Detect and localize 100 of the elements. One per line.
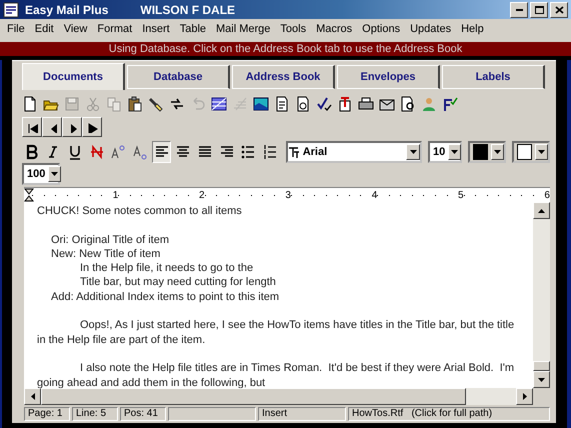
down-arrow-icon xyxy=(537,376,546,384)
right-arrow-icon xyxy=(520,392,528,401)
maximize-icon xyxy=(534,4,544,14)
tab[interactable]: Labels xyxy=(442,65,545,89)
ruler-number: 1 xyxy=(112,190,118,200)
menu-item[interactable]: Tools xyxy=(275,20,312,36)
dropdown-button[interactable] xyxy=(48,166,62,182)
text-line: I also note the Help file titles are in Times Roman. It'd be best if they were Arial Bold. I'm xyxy=(80,361,514,376)
menu-item[interactable]: Mail Merge xyxy=(211,20,276,36)
text-line: Add: Additional Index items to point to this item xyxy=(51,290,280,304)
background-color-dropdown[interactable] xyxy=(512,141,550,163)
subscript-icon xyxy=(132,144,148,160)
user-name: WILSON F DALE xyxy=(140,2,236,16)
menu-item[interactable]: Help xyxy=(456,20,489,36)
text-line: CHUCK! Some notes common to all items xyxy=(37,204,242,218)
numbered-list-icon xyxy=(262,144,278,160)
first-record-button[interactable] xyxy=(22,117,42,137)
scroll-up-button[interactable] xyxy=(533,202,550,219)
dropdown-button[interactable] xyxy=(491,144,504,160)
text-line: Title bar, but may need cutting for length xyxy=(80,275,276,290)
indent-marker-icon[interactable] xyxy=(24,188,34,202)
text-frame-icon[interactable] xyxy=(337,96,353,112)
ruler-number: 2 xyxy=(199,190,205,200)
font-dropdown[interactable]: Arial xyxy=(286,141,422,163)
status-field: Insert xyxy=(258,407,346,421)
menu-item[interactable]: Macros xyxy=(311,20,358,36)
text-line: In the Help file, it needs to go to the xyxy=(80,261,254,276)
caret-icon xyxy=(49,170,60,178)
ruler-number: 4 xyxy=(372,190,378,200)
menu-item[interactable]: Updates xyxy=(405,20,456,36)
status-field: Pos: 41 xyxy=(120,407,166,421)
last-record-button[interactable] xyxy=(82,117,102,137)
tab[interactable]: Envelopes xyxy=(337,65,440,89)
marker-icon[interactable] xyxy=(148,96,164,112)
document-icon[interactable] xyxy=(274,96,290,112)
dropdown-button[interactable] xyxy=(448,144,462,160)
dropdown-button[interactable] xyxy=(406,144,420,160)
clipboard-icon[interactable] xyxy=(127,96,143,112)
scroll-right-button[interactable] xyxy=(516,388,533,405)
app-title: Easy Mail Plus xyxy=(25,2,108,16)
banner-message: Using Database. Click on the Address Book tab to use the Address Book xyxy=(108,42,464,56)
vertical-scrollbar[interactable] xyxy=(533,202,550,388)
bullet-list-icon xyxy=(240,144,256,160)
menu-item[interactable]: View xyxy=(58,20,92,36)
text-line: in the Help file are part of the item. xyxy=(37,332,206,347)
preview-icon[interactable] xyxy=(400,96,416,112)
text-line: Ori: Original Title of item xyxy=(51,232,169,247)
up-arrow-icon xyxy=(537,206,546,214)
previous-record-button[interactable] xyxy=(42,117,62,137)
spellcheck-icon[interactable] xyxy=(316,96,332,112)
page-icon[interactable] xyxy=(22,96,38,112)
zoom-dropdown[interactable]: 100 xyxy=(22,163,60,185)
menu-item[interactable]: Format xyxy=(92,20,138,36)
ruler-number: 6 xyxy=(544,190,550,200)
text-line: going ahead and add them in the following, but xyxy=(37,376,266,388)
dropdown-button[interactable] xyxy=(535,144,548,160)
scroll-down-button[interactable] xyxy=(533,371,550,388)
picture-icon[interactable] xyxy=(253,96,269,112)
next-record-button[interactable] xyxy=(62,117,82,137)
fax-icon[interactable] xyxy=(442,96,458,112)
tab[interactable]: Database xyxy=(127,65,230,89)
superscript-icon xyxy=(110,144,126,160)
ruler-number: 3 xyxy=(285,190,291,200)
first-record-icon xyxy=(26,121,38,133)
status-field: HowTos.Rtf (Click for full path) xyxy=(348,407,550,421)
grid-icon[interactable] xyxy=(211,96,227,112)
strikethrough-icon xyxy=(88,144,105,160)
scroll-thumb[interactable] xyxy=(533,361,550,371)
scroll-thumb[interactable] xyxy=(41,388,466,405)
size-dropdown[interactable]: 10 xyxy=(428,141,462,163)
text-line: New: New Title of item xyxy=(51,246,160,262)
text-color-dropdown[interactable] xyxy=(468,141,506,163)
tab[interactable]: Address Book xyxy=(232,65,335,89)
caret-icon xyxy=(408,148,418,156)
text-line: Oops!, As I just started here, I see the HowTo items have titles in the Title bar, but the title xyxy=(80,318,514,333)
maximize-button[interactable] xyxy=(530,2,548,18)
horizontal-scrollbar[interactable] xyxy=(24,388,533,405)
menu-item[interactable]: Insert xyxy=(137,20,175,36)
left-arrow-icon xyxy=(28,392,36,401)
status-field: Line: 5 xyxy=(72,407,118,421)
caret-icon xyxy=(536,148,547,156)
font-type-icon xyxy=(288,146,300,158)
minimize-button[interactable] xyxy=(510,2,528,18)
printer-icon[interactable] xyxy=(358,96,374,112)
scroll-left-button[interactable] xyxy=(24,388,41,405)
menu-item[interactable]: File xyxy=(2,20,30,36)
swap-icon[interactable] xyxy=(169,96,185,112)
caret-icon xyxy=(492,148,503,156)
last-record-icon xyxy=(86,121,98,133)
menu-item[interactable]: Options xyxy=(357,20,406,36)
menu-item[interactable]: Edit xyxy=(30,20,59,36)
caret-icon xyxy=(449,148,460,156)
close-button[interactable] xyxy=(550,2,568,18)
status-field: Page: 1 xyxy=(24,407,70,421)
menu-item[interactable]: Table xyxy=(174,20,212,36)
align-left-button[interactable] xyxy=(152,141,172,163)
close-icon xyxy=(554,4,564,14)
ruler-number: 5 xyxy=(458,190,464,200)
minimize-icon xyxy=(516,8,522,10)
tab[interactable]: Documents xyxy=(22,63,125,90)
